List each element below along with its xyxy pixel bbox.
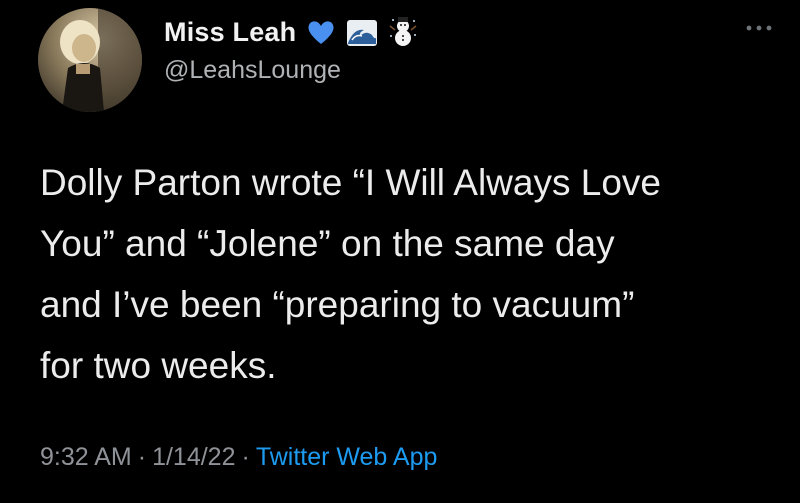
blue-heart-icon [305,16,337,48]
avatar[interactable] [38,8,142,112]
tweet-meta: 9:32 AM · 1/14/22 · Twitter Web App [40,443,437,472]
tweet-date[interactable]: 1/14/22 [152,443,235,471]
tweet-source-link[interactable]: Twitter Web App [256,443,438,471]
tweet-text-line: You” and “Jolene” on the same day [40,223,615,264]
tweet-card: Miss Leah @LeahsLounge Dolly Parton wrot… [0,0,800,503]
handle[interactable]: @LeahsLounge [164,56,419,85]
more-options-icon[interactable] [744,18,774,38]
tweet-text-line: and I’ve been “preparing to vacuum” [40,284,635,325]
avatar-photo [38,8,142,112]
wave-icon [346,16,378,48]
display-name[interactable]: Miss Leah [164,17,296,48]
name-row: Miss Leah [164,12,419,52]
tweet-time[interactable]: 9:32 AM [40,443,132,471]
tweet-text-line: for two weeks. [40,345,277,386]
meta-separator: · [137,443,147,471]
snowman-icon [387,16,419,48]
tweet-header: Miss Leah @LeahsLounge [164,12,419,85]
tweet-text: Dolly Parton wrote “I Will Always Love Y… [40,152,780,396]
tweet-text-line: Dolly Parton wrote “I Will Always Love [40,162,661,203]
meta-separator: · [241,443,250,471]
